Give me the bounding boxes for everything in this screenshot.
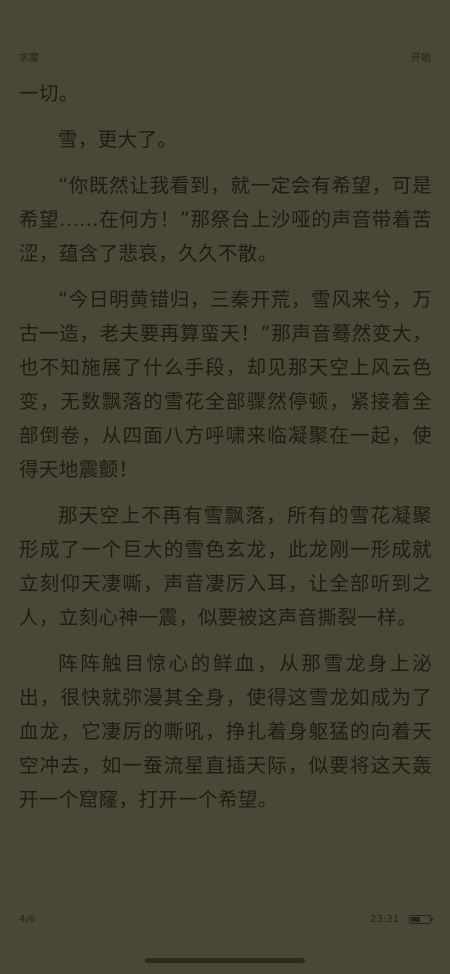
- paragraph: 雪，更大了。: [58, 128, 178, 151]
- home-indicator[interactable]: [145, 958, 305, 963]
- chapter-title: 开始: [411, 52, 431, 64]
- clock-time: 23:31: [370, 913, 399, 925]
- reader-content[interactable]: 一切。 雪，更大了。 “你既然让我看到，就一定会有希望，可是希望......在何…: [19, 77, 432, 829]
- paragraph: “你既然让我看到，就一定会有希望，可是希望......在何方！”那祭台上沙哑的声…: [19, 174, 432, 265]
- paragraph: 一切。: [19, 82, 79, 105]
- reader-header: 求魔 开始: [19, 48, 431, 64]
- page-indicator: 4/6: [19, 913, 36, 925]
- book-title: 求魔: [19, 52, 39, 64]
- reader-screen[interactable]: 求魔 开始 一切。 雪，更大了。 “你既然让我看到，就一定会有希望，可是希望..…: [0, 0, 450, 974]
- paragraph: “今日明黄错归，三秦开荒，雪风来兮，万古一造，老夫要再算蛮天！”那声音蓦然变大，…: [19, 288, 432, 481]
- battery-icon: [409, 914, 433, 924]
- battery-fill: [411, 916, 420, 922]
- paragraph: 那天空上不再有雪飘落，所有的雪花凝聚形成了一个巨大的雪色玄龙，此龙刚一形成就立刻…: [19, 504, 432, 629]
- paragraph: 阵阵触目惊心的鲜血，从那雪龙身上泌出，很快就弥漫其全身，使得这雪龙如成为了血龙，…: [19, 652, 432, 811]
- status-group: 23:31: [370, 913, 433, 925]
- reader-footer: 4/6 23:31: [19, 911, 433, 927]
